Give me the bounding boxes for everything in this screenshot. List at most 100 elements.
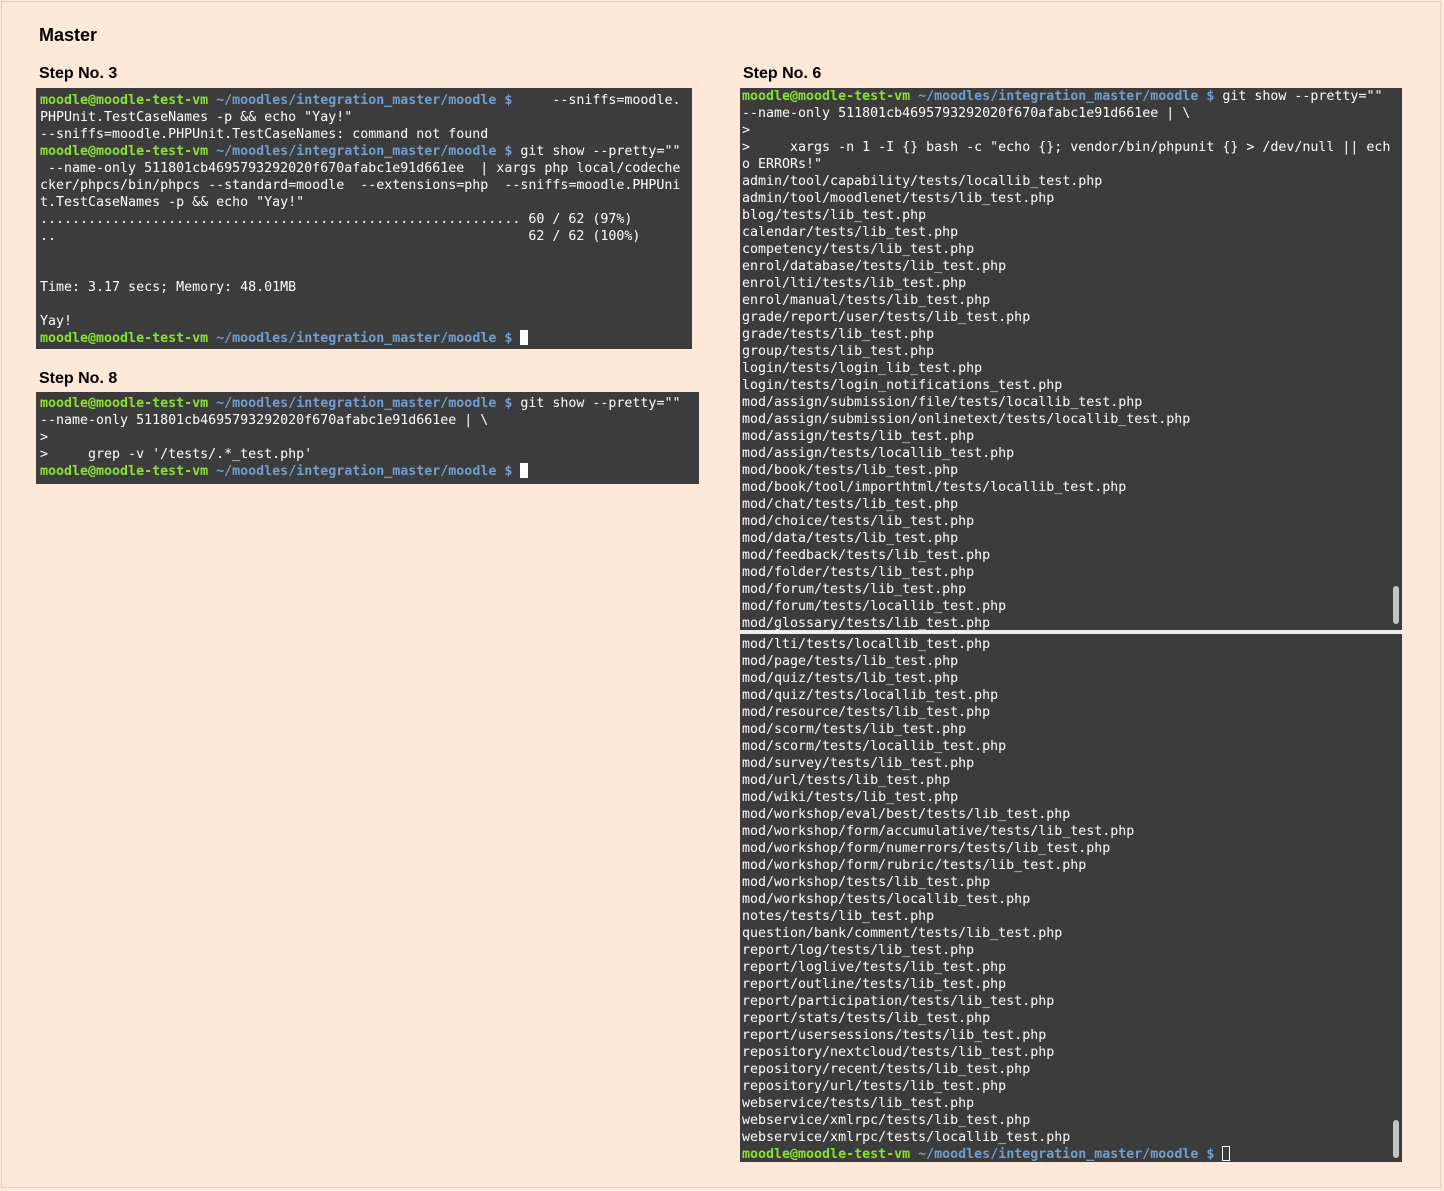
output-text: mod/feedback/tests/lib_test.php xyxy=(742,548,991,563)
terminal-line: mod/quiz/tests/locallib_test.php xyxy=(742,687,1388,704)
terminal-step-6-upper[interactable]: moodle@moodle-test-vm ~/moodles/integrat… xyxy=(740,88,1402,630)
output-text: mod/folder/tests/lib_test.php xyxy=(742,565,975,580)
command-text: git show --pretty="" xyxy=(512,396,681,411)
terminal-line: mod/workshop/form/rubric/tests/lib_test.… xyxy=(742,857,1388,874)
command-text: git show --pretty="" xyxy=(512,144,681,159)
terminal-line: > grep -v '/tests/.*_test.php' xyxy=(40,446,685,463)
command-text xyxy=(512,464,520,479)
prompt-user: moodle@moodle-test-vm xyxy=(40,464,209,479)
output-text: mod/assign/tests/lib_test.php xyxy=(742,429,975,444)
terminal-output: mod/lti/tests/locallib_test.php mod/page/… xyxy=(742,636,1388,1162)
prompt-path: ~/moodles/integration_master/moodle $ xyxy=(216,144,513,159)
command-text: --sniffs=moodle. xyxy=(512,93,681,108)
output-text: Time: 3.17 secs; Memory: 48.01MB xyxy=(40,280,297,295)
terminal-line: repository/url/tests/lib_test.php xyxy=(742,1078,1388,1095)
terminal-line: mod/feedback/tests/lib_test.php xyxy=(742,547,1388,564)
terminal-line: > xyxy=(40,429,685,446)
output-text: webservice/tests/lib_test.php xyxy=(742,1096,975,1111)
terminal-line: cker/phpcs/bin/phpcs --standard=moodle -… xyxy=(40,177,681,194)
terminal-line: webservice/xmlrpc/tests/lib_test.php xyxy=(742,1112,1388,1129)
output-text: --sniffs=moodle.PHPUnit.TestCaseNames: c… xyxy=(40,127,489,142)
terminal-line: mod/assign/tests/lib_test.php xyxy=(742,428,1388,445)
output-text: --name-only 511801cb4695793292020f670afa… xyxy=(40,413,489,428)
terminal-line: moodle@moodle-test-vm ~/moodles/integrat… xyxy=(742,1146,1388,1162)
output-text: mod/forum/tests/lib_test.php xyxy=(742,582,967,597)
command-text: git show --pretty="" xyxy=(1214,89,1383,104)
page-title: Master xyxy=(39,25,98,45)
terminal-line: mod/assign/tests/locallib_test.php xyxy=(742,445,1388,462)
output-text: o ERRORs!" xyxy=(742,157,823,172)
output-text: mod/workshop/form/accumulative/tests/lib… xyxy=(742,824,1135,839)
terminal-line: repository/recent/tests/lib_test.php xyxy=(742,1061,1388,1078)
output-text: report/usersessions/tests/lib_test.php xyxy=(742,1028,1047,1043)
step-label-6: Step No. 6 xyxy=(743,65,822,82)
terminal-line: moodle@moodle-test-vm ~/moodles/integrat… xyxy=(40,463,685,480)
output-text: report/log/tests/lib_test.php xyxy=(742,943,975,958)
output-text: enrol/manual/tests/lib_test.php xyxy=(742,293,991,308)
cursor[interactable] xyxy=(520,330,529,345)
terminal-line: mod/glossary/tests/lib_test.php xyxy=(742,615,1388,630)
terminal-line: mod/book/tests/lib_test.php xyxy=(742,462,1388,479)
output-text: mod/glossary/tests/lib_test.php xyxy=(742,616,991,630)
terminal-step-8[interactable]: moodle@moodle-test-vm ~/moodles/integrat… xyxy=(36,392,699,484)
prompt-user: moodle@moodle-test-vm xyxy=(742,1147,911,1162)
terminal-line: blog/tests/lib_test.php xyxy=(742,207,1388,224)
terminal-line: grade/tests/lib_test.php xyxy=(742,326,1388,343)
terminal-line: admin/tool/moodlenet/tests/lib_test.php xyxy=(742,190,1388,207)
terminal-line: competency/tests/lib_test.php xyxy=(742,241,1388,258)
output-text: repository/recent/tests/lib_test.php xyxy=(742,1062,1031,1077)
terminal-line: login/tests/login_lib_test.php xyxy=(742,360,1388,377)
terminal-step-6-lower[interactable]: mod/lti/tests/locallib_test.php mod/page/… xyxy=(740,634,1402,1162)
prompt-path: ~/moodles/integration_master/moodle $ xyxy=(918,89,1215,104)
output-text: mod/resource/tests/lib_test.php xyxy=(742,705,991,720)
terminal-line: question/bank/comment/tests/lib_test.php xyxy=(742,925,1388,942)
output-text: mod/wiki/tests/lib_test.php xyxy=(742,790,959,805)
terminal-line: mod/workshop/form/accumulative/tests/lib… xyxy=(742,823,1388,840)
output-text: report/outline/tests/lib_test.php xyxy=(742,977,1007,992)
terminal-line: Yay! xyxy=(40,313,678,330)
output-text: cker/phpcs/bin/phpcs --standard=moodle -… xyxy=(40,178,681,193)
terminal-line: enrol/lti/tests/lib_test.php xyxy=(742,275,1388,292)
output-text: t.TestCaseNames -p && echo "Yay!" xyxy=(40,195,305,210)
output-text: > grep -v '/tests/.*_test.php' xyxy=(40,447,313,462)
command-text xyxy=(1214,1147,1222,1162)
cursor[interactable] xyxy=(1222,1146,1231,1161)
terminal-line: report/outline/tests/lib_test.php xyxy=(742,976,1388,993)
output-text: report/participation/tests/lib_test.php xyxy=(742,994,1055,1009)
terminal-line: moodle@moodle-test-vm ~/moodles/integrat… xyxy=(40,395,685,412)
terminal-line: t.TestCaseNames -p && echo "Yay!" xyxy=(40,194,678,211)
output-text: mod/assign/tests/locallib_test.php xyxy=(742,446,1015,461)
output-text: mod/lti/tests/locallib_test.php xyxy=(742,637,991,652)
terminal-line: --sniffs=moodle.PHPUnit.TestCaseNames: c… xyxy=(40,126,678,143)
terminal-line: mod/resource/tests/lib_test.php xyxy=(742,704,1388,721)
prompt-path: ~/moodles/integration_master/moodle $ xyxy=(216,93,513,108)
terminal-line: report/usersessions/tests/lib_test.php xyxy=(742,1027,1388,1044)
terminal-line: --name-only 511801cb4695793292020f670afa… xyxy=(40,160,680,177)
terminal-line: moodle@moodle-test-vm ~/moodles/integrat… xyxy=(742,88,1388,105)
terminal-line: calendar/tests/lib_test.php xyxy=(742,224,1388,241)
output-text: mod/workshop/eval/best/tests/lib_test.ph… xyxy=(742,807,1071,822)
output-text: > xyxy=(40,430,49,445)
output-text: mod/workshop/form/rubric/tests/lib_test.… xyxy=(742,858,1087,873)
output-text: webservice/xmlrpc/tests/lib_test.php xyxy=(742,1113,1031,1128)
cursor[interactable] xyxy=(520,463,529,478)
terminal-scrollbar[interactable] xyxy=(1393,1120,1399,1158)
terminal-line: mod/scorm/tests/lib_test.php xyxy=(742,721,1388,738)
terminal-line: mod/quiz/tests/lib_test.php xyxy=(742,670,1388,687)
terminal-line: mod/url/tests/lib_test.php xyxy=(742,772,1388,789)
output-text: calendar/tests/lib_test.php xyxy=(742,225,959,240)
output-text: blog/tests/lib_test.php xyxy=(742,208,927,223)
terminal-line: mod/page/tests/lib_test.php xyxy=(742,653,1388,670)
terminal-line: moodle@moodle-test-vm ~/moodles/integrat… xyxy=(40,92,681,109)
terminal-step-3[interactable]: moodle@moodle-test-vm ~/moodles/integrat… xyxy=(36,88,692,349)
output-text: question/bank/comment/tests/lib_test.php xyxy=(742,926,1063,941)
terminal-line: > xargs -n 1 -I {} bash -c "echo {}; ven… xyxy=(742,139,1390,156)
terminal-scrollbar[interactable] xyxy=(1393,586,1399,624)
terminal-line: report/stats/tests/lib_test.php xyxy=(742,1010,1388,1027)
terminal-line: --name-only 511801cb4695793292020f670afa… xyxy=(40,412,685,429)
output-text: mod/workshop/tests/lib_test.php xyxy=(742,875,991,890)
command-text xyxy=(512,331,520,346)
prompt-user: moodle@moodle-test-vm xyxy=(40,331,209,346)
terminal-line: --name-only 511801cb4695793292020f670afa… xyxy=(742,105,1388,122)
output-text: .. 62 / 62 (100%) xyxy=(40,229,641,244)
